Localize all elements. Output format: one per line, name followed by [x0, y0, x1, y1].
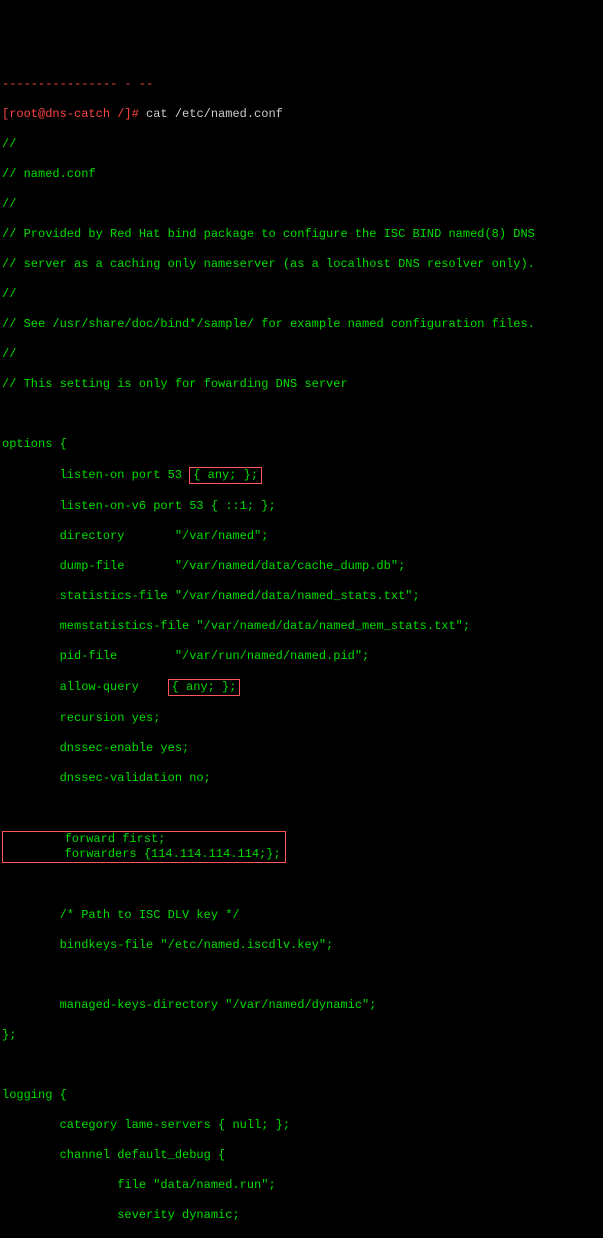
file-line: // server as a caching only nameserver (…: [2, 257, 601, 272]
file-line: [2, 968, 601, 983]
file-line: [2, 878, 601, 893]
file-line: bindkeys-file "/etc/named.iscdlv.key";: [2, 938, 601, 953]
file-line-forward-block: forward first; forwarders {114.114.114.1…: [2, 831, 601, 863]
truncated-line: ---------------- - --: [2, 77, 601, 92]
file-line: listen-on-v6 port 53 { ::1; };: [2, 499, 601, 514]
file-line: severity dynamic;: [2, 1208, 601, 1223]
file-line: //: [2, 197, 601, 212]
file-line: // named.conf: [2, 167, 601, 182]
file-line: // This setting is only for fowarding DN…: [2, 377, 601, 392]
file-line: // See /usr/share/doc/bind*/sample/ for …: [2, 317, 601, 332]
command-text: cat /etc/named.conf: [146, 107, 283, 121]
highlighted-forwarders: forward first; forwarders {114.114.114.1…: [2, 831, 286, 863]
file-line: options {: [2, 437, 601, 452]
highlighted-any-1: { any; };: [189, 467, 262, 484]
file-line: directory "/var/named";: [2, 529, 601, 544]
file-line: file "data/named.run";: [2, 1178, 601, 1193]
file-line: /* Path to ISC DLV key */: [2, 908, 601, 923]
file-line: [2, 1058, 601, 1073]
file-line: dump-file "/var/named/data/cache_dump.db…: [2, 559, 601, 574]
file-line: channel default_debug {: [2, 1148, 601, 1163]
file-line: [2, 407, 601, 422]
file-line-allow-query: allow-query { any; };: [2, 679, 601, 696]
file-line: statistics-file "/var/named/data/named_s…: [2, 589, 601, 604]
file-line: category lame-servers { null; };: [2, 1118, 601, 1133]
file-line: memstatistics-file "/var/named/data/name…: [2, 619, 601, 634]
file-line: dnssec-validation no;: [2, 771, 601, 786]
file-line: logging {: [2, 1088, 601, 1103]
file-line: recursion yes;: [2, 711, 601, 726]
file-line-listen-on: listen-on port 53 { any; };: [2, 467, 601, 484]
highlighted-any-2: { any; };: [168, 679, 241, 696]
file-line: };: [2, 1028, 601, 1043]
file-line: //: [2, 137, 601, 152]
file-line: [2, 801, 601, 816]
file-line: //: [2, 347, 601, 362]
prompt-line: [root@dns-catch /]# cat /etc/named.conf: [2, 107, 601, 122]
terminal-output: ---------------- - -- [root@dns-catch /]…: [2, 62, 601, 1238]
shell-prompt: [root@dns-catch /]#: [2, 107, 139, 121]
file-line: pid-file "/var/run/named/named.pid";: [2, 649, 601, 664]
file-line: //: [2, 287, 601, 302]
file-line: // Provided by Red Hat bind package to c…: [2, 227, 601, 242]
file-line: managed-keys-directory "/var/named/dynam…: [2, 998, 601, 1013]
file-line: dnssec-enable yes;: [2, 741, 601, 756]
